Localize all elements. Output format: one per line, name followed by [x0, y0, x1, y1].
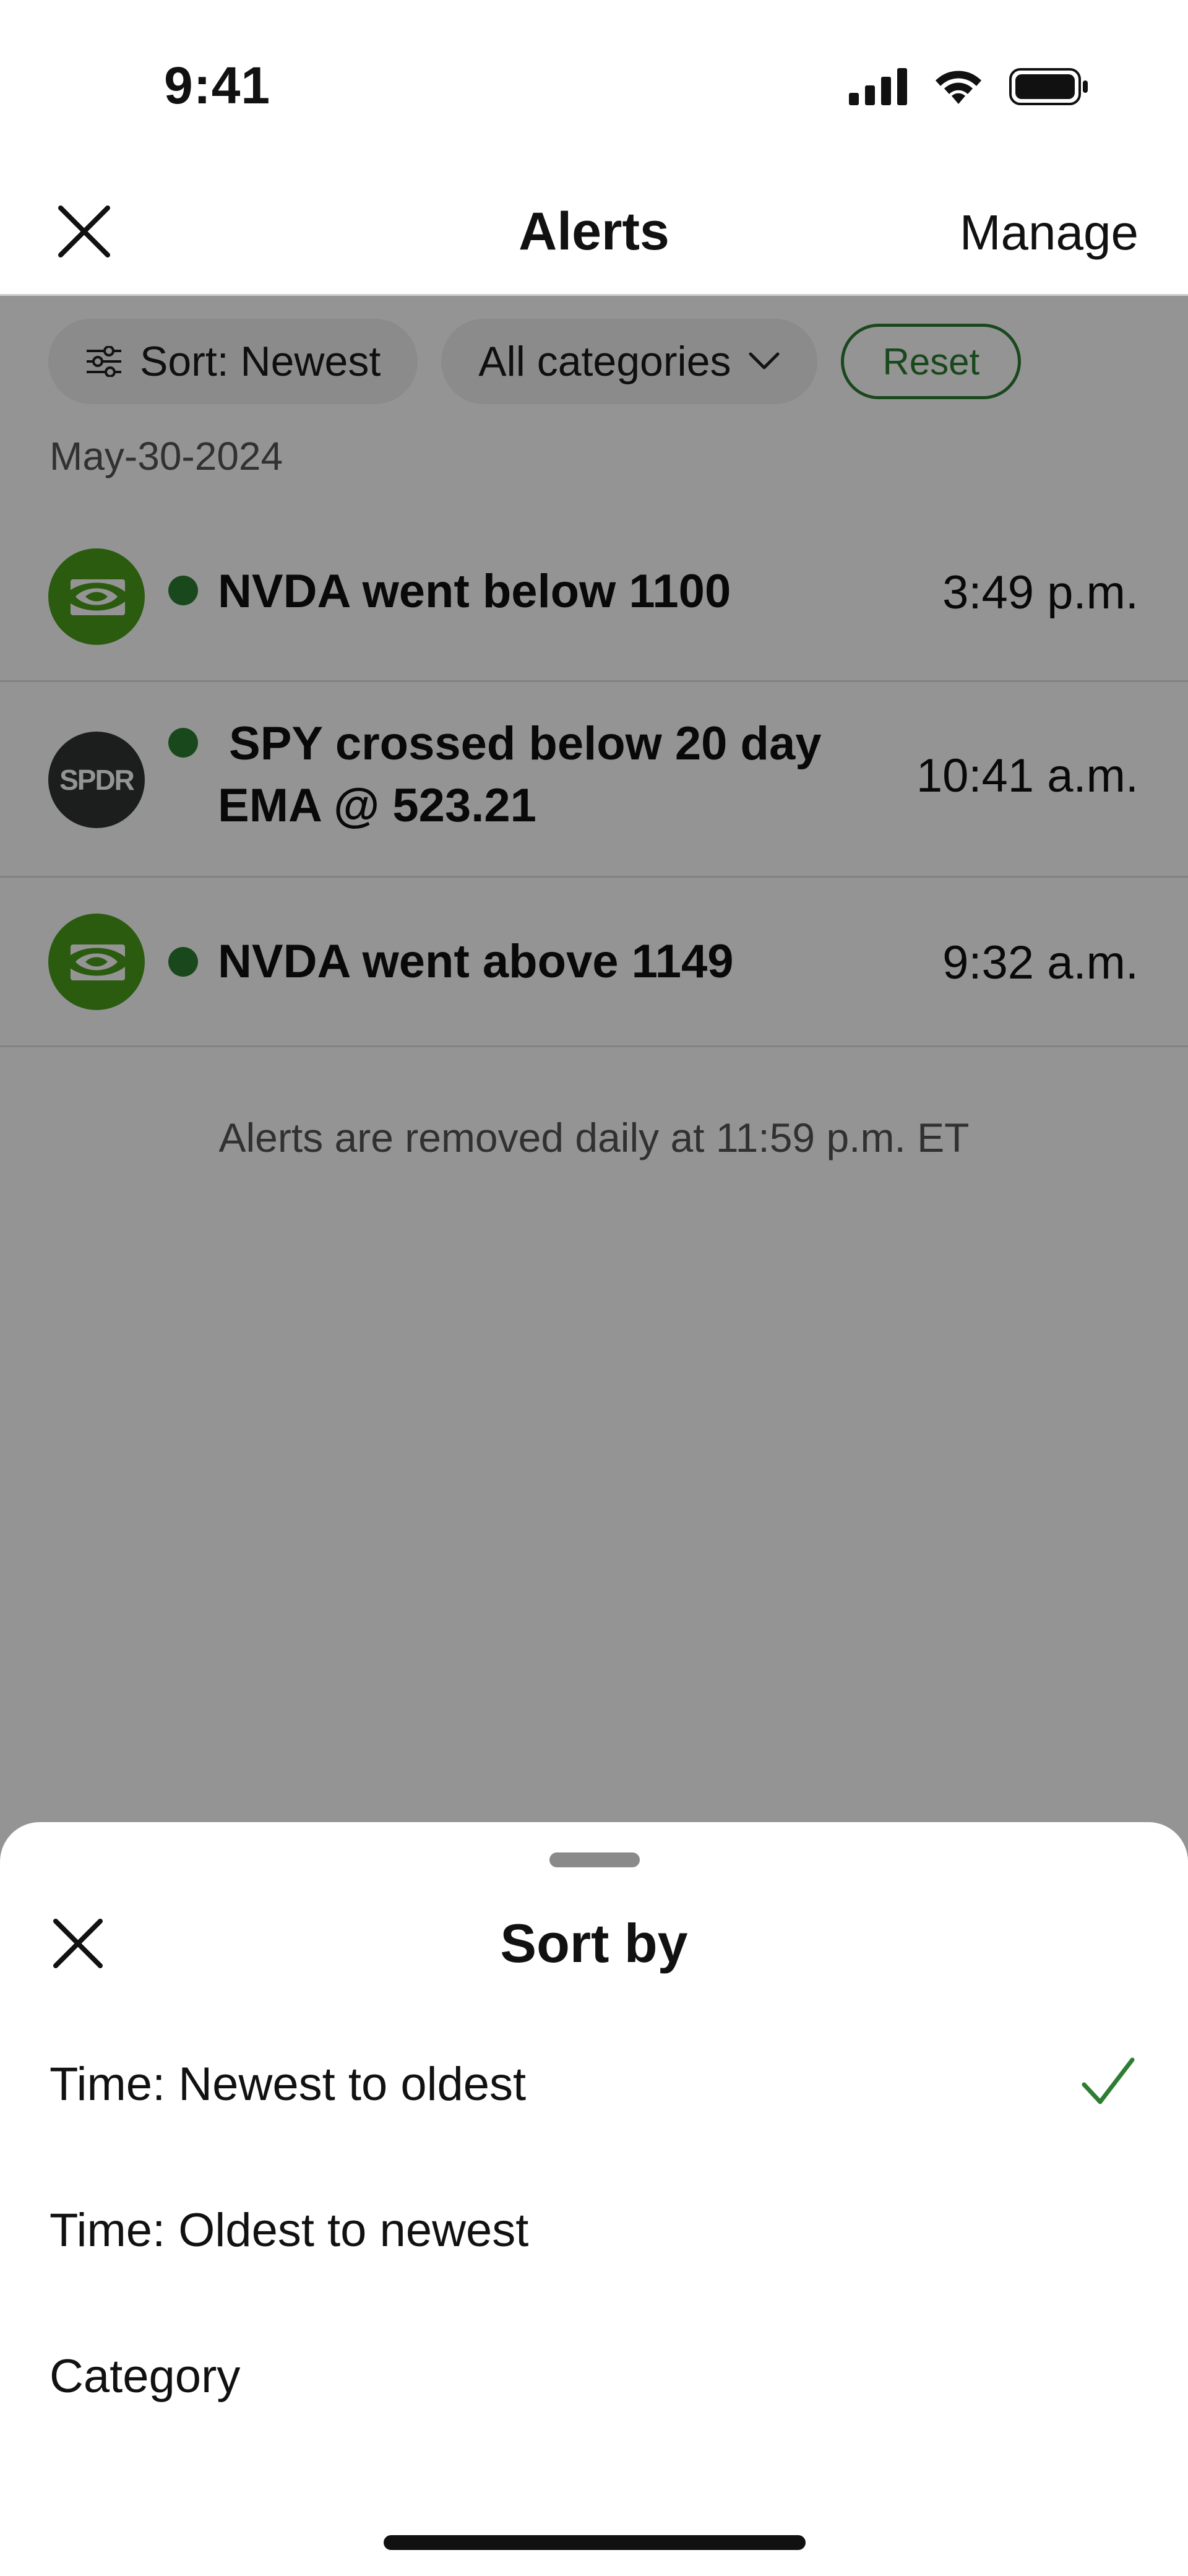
- wifi-icon: [936, 71, 981, 104]
- status-bar: 9:41: [0, 0, 1188, 167]
- sort-option-category[interactable]: Category: [0, 2319, 1188, 2442]
- battery-icon: [1009, 68, 1088, 105]
- sort-option-label: Category: [50, 2350, 241, 2403]
- sheet-title: Sort by: [500, 1913, 688, 1974]
- manage-button[interactable]: Manage: [960, 204, 1138, 261]
- drag-handle[interactable]: [549, 1852, 640, 1867]
- sort-option-oldest[interactable]: Time: Oldest to newest: [0, 2172, 1188, 2296]
- status-icons: [849, 65, 1089, 108]
- checkmark-icon: [1082, 2057, 1135, 2104]
- home-indicator: [384, 2535, 806, 2550]
- nav-bar: Alerts Manage: [0, 167, 1188, 296]
- sort-option-newest[interactable]: Time: Newest to oldest: [0, 2026, 1188, 2150]
- sort-option-label: Time: Oldest to newest: [50, 2204, 529, 2257]
- sort-bottom-sheet: Sort by Time: Newest to oldest Time: Old…: [0, 1822, 1188, 2576]
- sort-option-label: Time: Newest to oldest: [50, 2058, 527, 2111]
- cellular-signal-icon: [849, 68, 907, 105]
- status-time: 9:41: [164, 56, 271, 115]
